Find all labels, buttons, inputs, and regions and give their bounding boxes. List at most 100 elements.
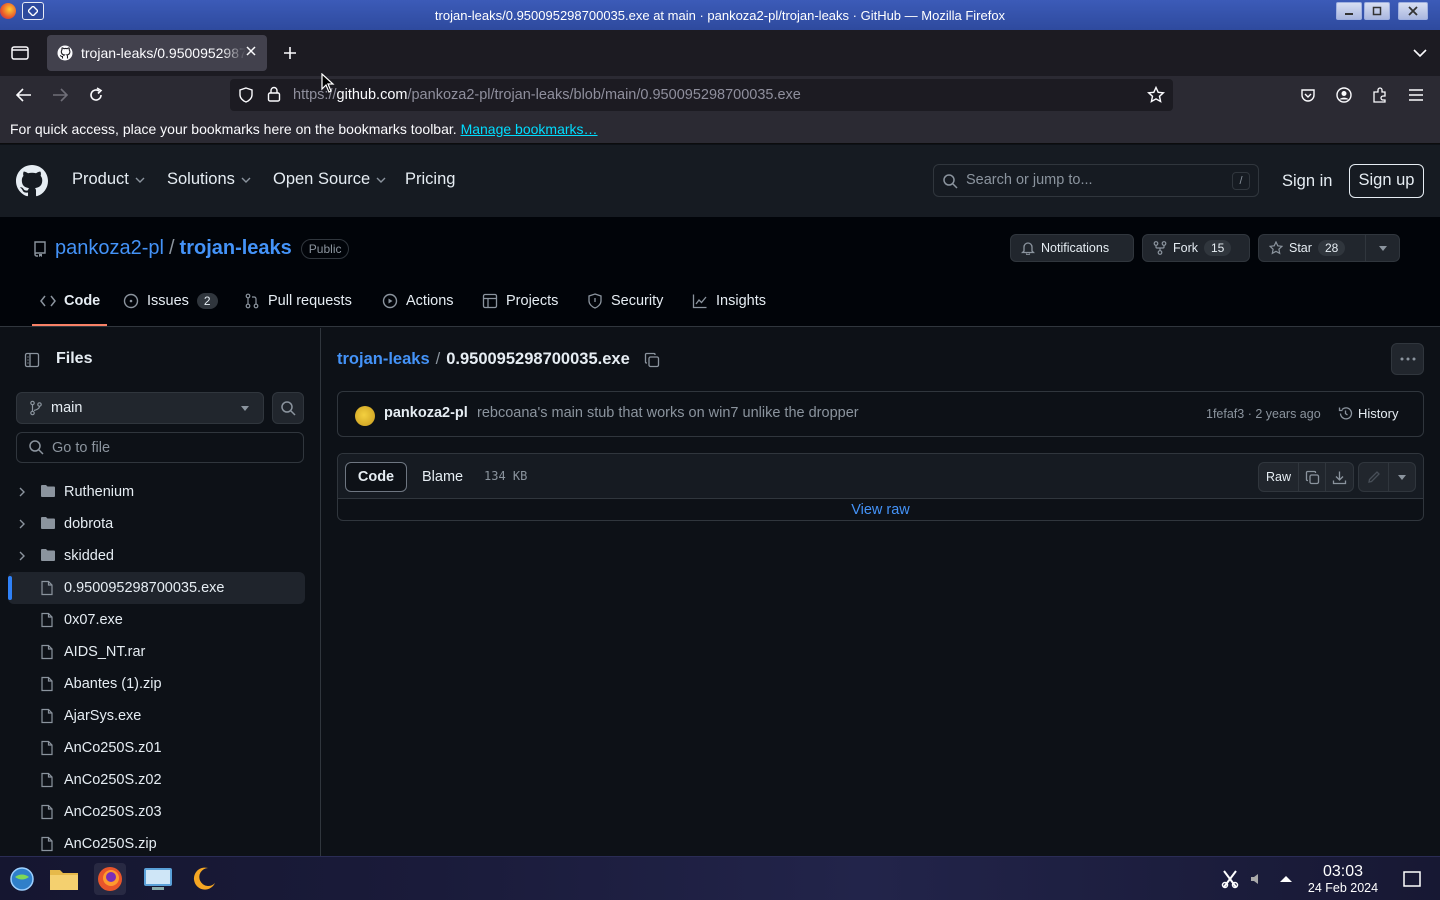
fork-button[interactable]: Fork 15 — [1142, 234, 1250, 262]
tree-file-item[interactable]: AnCo250S.z01 — [0, 732, 320, 764]
url-bar[interactable]: https://github.com/pankoza2-pl/trojan-le… — [230, 79, 1173, 111]
blame-view-tab[interactable]: Blame — [422, 469, 463, 485]
lock-icon[interactable] — [267, 86, 281, 102]
nav-pricing[interactable]: Pricing — [405, 170, 455, 189]
tab-projects[interactable]: Projects — [482, 293, 558, 309]
history-button[interactable]: History — [1338, 406, 1398, 421]
tab-issues[interactable]: Issues 2 — [123, 293, 218, 309]
show-desktop-icon[interactable] — [1396, 863, 1428, 895]
star-button[interactable]: Star 28 — [1258, 234, 1400, 262]
sign-in-link[interactable]: Sign in — [1282, 172, 1332, 191]
tree-item-label: AnCo250S.z02 — [64, 772, 162, 788]
history-label: History — [1358, 406, 1399, 421]
nav-open-source[interactable]: Open Source — [273, 170, 386, 189]
visibility-badge: Public — [300, 238, 350, 259]
tree-file-item[interactable]: 0x07.exe — [0, 604, 320, 636]
repo-name-link[interactable]: trojan-leaks — [180, 237, 292, 260]
breadcrumb-repo-link[interactable]: trojan-leaks — [337, 350, 430, 369]
star-dropdown-button[interactable] — [1365, 235, 1399, 261]
tree-file-item[interactable]: AnCo250S.z03 — [0, 796, 320, 828]
back-arrow-icon[interactable] — [14, 86, 34, 104]
system-settings-icon[interactable] — [142, 863, 174, 895]
tab-insights[interactable]: Insights — [692, 293, 766, 309]
repo-owner-link[interactable]: pankoza2-pl — [55, 237, 164, 260]
branch-selector[interactable]: main — [16, 392, 264, 424]
commit-message-link[interactable]: rebcoana's main stub that works on win7 … — [477, 405, 859, 421]
commit-author-link[interactable]: pankoza2-pl — [384, 405, 468, 421]
sign-up-button[interactable]: Sign up — [1349, 164, 1424, 198]
volume-icon[interactable] — [1240, 863, 1272, 895]
copy-icon — [1305, 470, 1319, 484]
repo-separator: / — [168, 237, 175, 259]
night-mode-icon[interactable] — [188, 863, 220, 895]
search-input[interactable]: Search or jump to... / — [933, 164, 1259, 197]
file-manager-icon[interactable] — [48, 863, 80, 895]
chevron-right-icon[interactable] — [19, 551, 25, 561]
maximize-button[interactable] — [1364, 2, 1390, 20]
code-view-tab[interactable]: Code — [345, 462, 407, 492]
tree-folder-item[interactable]: skidded — [0, 540, 320, 572]
tree-file-item[interactable]: Abantes (1).zip — [0, 668, 320, 700]
copy-raw-button[interactable] — [1299, 463, 1326, 491]
tree-file-item[interactable]: AjarSys.exe — [0, 700, 320, 732]
tray-expand-icon[interactable] — [1270, 863, 1302, 895]
url-text[interactable]: https://github.com/pankoza2-pl/trojan-le… — [293, 87, 801, 103]
notifications-button[interactable]: Notifications — [1010, 234, 1134, 262]
tree-folder-item[interactable]: dobrota — [0, 508, 320, 540]
reload-icon[interactable] — [86, 86, 106, 104]
shield-icon[interactable] — [238, 87, 254, 103]
file-icon — [40, 644, 54, 660]
more-options-button[interactable] — [1391, 343, 1424, 375]
tree-file-item[interactable]: AnCo250S.zip — [0, 828, 320, 856]
nav-product[interactable]: Product — [72, 170, 145, 189]
active-tab[interactable]: trojan-leaks/0.950095298700035.exe at ma… — [47, 35, 267, 71]
tab-actions[interactable]: Actions — [382, 293, 454, 309]
close-window-button[interactable] — [1398, 2, 1428, 20]
commit-meta[interactable]: 1fefaf3 · 2 years ago — [1206, 407, 1321, 421]
chevron-right-icon[interactable] — [19, 487, 25, 497]
firefox-view-icon[interactable] — [10, 44, 30, 62]
extensions-icon[interactable] — [1370, 86, 1390, 104]
manage-bookmarks-link[interactable]: Manage bookmarks… — [461, 121, 598, 137]
download-button[interactable] — [1326, 463, 1353, 491]
pull-request-icon — [245, 293, 259, 309]
caret-down-icon — [1398, 474, 1406, 480]
pocket-icon[interactable] — [1298, 86, 1318, 104]
go-to-file-input[interactable]: Go to file — [16, 432, 304, 463]
tree-folder-item[interactable]: Ruthenium — [0, 476, 320, 508]
copy-path-icon[interactable] — [644, 352, 660, 368]
tab-code[interactable]: Code — [40, 293, 100, 309]
chevron-right-icon[interactable] — [19, 519, 25, 529]
tree-file-item[interactable]: 0.950095298700035.exe — [8, 572, 305, 604]
search-files-button[interactable] — [272, 392, 304, 424]
minimize-button[interactable] — [1336, 2, 1362, 20]
edit-button[interactable] — [1359, 463, 1389, 491]
close-tab-icon[interactable] — [245, 45, 257, 57]
nav-solutions[interactable]: Solutions — [167, 170, 251, 189]
files-title: Files — [56, 350, 93, 367]
raw-button[interactable]: Raw — [1259, 463, 1299, 491]
hamburger-menu-icon[interactable] — [1406, 86, 1426, 104]
tab-pull-requests[interactable]: Pull requests — [244, 293, 352, 309]
bookmark-star-icon[interactable] — [1147, 86, 1165, 104]
forward-arrow-icon[interactable] — [50, 86, 70, 104]
collapse-sidebar-icon[interactable] — [16, 344, 48, 376]
tab-security[interactable]: Security — [587, 293, 663, 309]
tree-item-label: AnCo250S.z01 — [64, 740, 162, 756]
tree-file-item[interactable]: AnCo250S.z02 — [0, 764, 320, 796]
view-raw-link[interactable]: View raw — [338, 502, 1423, 518]
search-icon — [943, 174, 958, 189]
account-icon[interactable] — [1334, 86, 1354, 104]
author-avatar[interactable] — [355, 406, 375, 426]
new-tab-icon[interactable] — [280, 44, 300, 62]
list-all-tabs-icon[interactable] — [1410, 44, 1430, 62]
github-logo-icon[interactable] — [16, 165, 48, 197]
firefox-taskbar-icon[interactable] — [94, 863, 126, 895]
tree-item-label: AIDS_NT.rar — [64, 644, 146, 660]
search-placeholder: Search or jump to... — [966, 172, 1093, 188]
search-shortcut-key: / — [1232, 172, 1250, 190]
edit-dropdown-button[interactable] — [1389, 463, 1415, 491]
tree-file-item[interactable]: AIDS_NT.rar — [0, 636, 320, 668]
start-menu-icon[interactable] — [6, 863, 38, 895]
taskbar-clock[interactable]: 03:03 24 Feb 2024 — [1303, 863, 1383, 895]
